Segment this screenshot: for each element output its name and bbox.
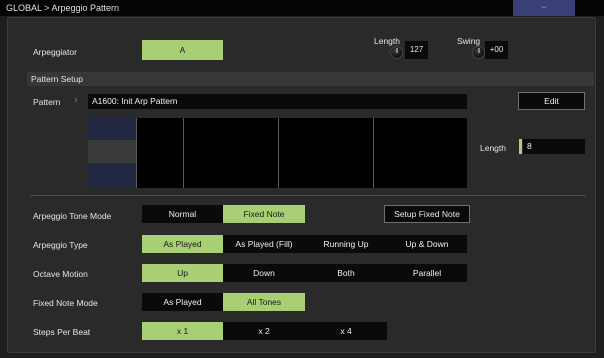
arp-type-as-played-fill[interactable]: As Played (Fill) xyxy=(223,235,305,253)
pattern-length-label: Length xyxy=(480,143,506,153)
arpeggiator-label: Arpeggiator xyxy=(33,47,77,57)
grid-line xyxy=(136,118,137,188)
length-knob-icon[interactable] xyxy=(390,46,403,59)
octave-motion-down[interactable]: Down xyxy=(223,264,305,282)
pattern-setup-header: Pattern Setup xyxy=(27,72,594,86)
fixed-note-mode-label: Fixed Note Mode xyxy=(33,298,98,308)
octave-motion-up[interactable]: Up xyxy=(142,264,223,282)
title-bar: GLOBAL > Arpeggio Pattern ⌣ xyxy=(0,0,604,16)
pattern-grid[interactable] xyxy=(88,118,467,188)
grid-line xyxy=(183,118,184,188)
octave-motion-both[interactable]: Both xyxy=(305,264,387,282)
pattern-step-cell xyxy=(88,140,136,163)
length-label: Length xyxy=(374,36,400,46)
swing-label: Swing xyxy=(457,36,481,46)
swing-value[interactable]: +00 xyxy=(485,41,508,59)
divider xyxy=(30,195,586,196)
steps-per-beat-x2[interactable]: x 2 xyxy=(223,322,305,340)
tone-mode-normal[interactable]: Normal xyxy=(142,205,223,223)
pattern-step-cell xyxy=(88,163,136,188)
chevron-down-icon: ⌣ xyxy=(540,1,548,13)
page-menu-button[interactable]: ⌣ xyxy=(513,0,575,16)
fixed-note-mode-as-played[interactable]: As Played xyxy=(142,293,223,311)
edit-button[interactable]: Edit xyxy=(518,92,585,110)
pattern-label: Pattern xyxy=(33,97,61,107)
arp-type-running-up[interactable]: Running Up xyxy=(305,235,387,253)
length-value[interactable]: 127 xyxy=(405,41,428,59)
pattern-step-cell xyxy=(88,118,136,140)
arp-type-label: Arpeggio Type xyxy=(33,240,88,250)
section-title: Pattern Setup xyxy=(31,74,83,84)
length-indicator xyxy=(519,139,522,154)
arp-type-up-down[interactable]: Up & Down xyxy=(387,235,467,253)
tone-mode-label: Arpeggio Tone Mode xyxy=(33,211,112,221)
arp-type-as-played[interactable]: As Played xyxy=(142,235,223,253)
octave-motion-label: Octave Motion xyxy=(33,269,88,279)
chevron-right-icon[interactable]: › xyxy=(74,94,78,106)
breadcrumb: GLOBAL > Arpeggio Pattern xyxy=(6,3,119,13)
grid-line xyxy=(373,118,374,188)
steps-per-beat-x4[interactable]: x 4 xyxy=(305,322,387,340)
grid-line xyxy=(278,118,279,188)
fixed-note-mode-all-tones[interactable]: All Tones xyxy=(223,293,305,311)
pattern-select-field[interactable]: A1600: Init Arp Pattern xyxy=(88,94,467,109)
steps-per-beat-label: Steps Per Beat xyxy=(33,327,91,337)
swing-knob-icon[interactable] xyxy=(472,46,485,59)
setup-fixed-note-button[interactable]: Setup Fixed Note xyxy=(384,205,470,223)
arpeggiator-select-button[interactable]: A xyxy=(142,40,223,60)
octave-motion-parallel[interactable]: Parallel xyxy=(387,264,467,282)
steps-per-beat-x1[interactable]: x 1 xyxy=(142,322,223,340)
pattern-length-field[interactable]: 8 xyxy=(523,139,585,154)
tone-mode-fixed-note[interactable]: Fixed Note xyxy=(223,205,305,223)
